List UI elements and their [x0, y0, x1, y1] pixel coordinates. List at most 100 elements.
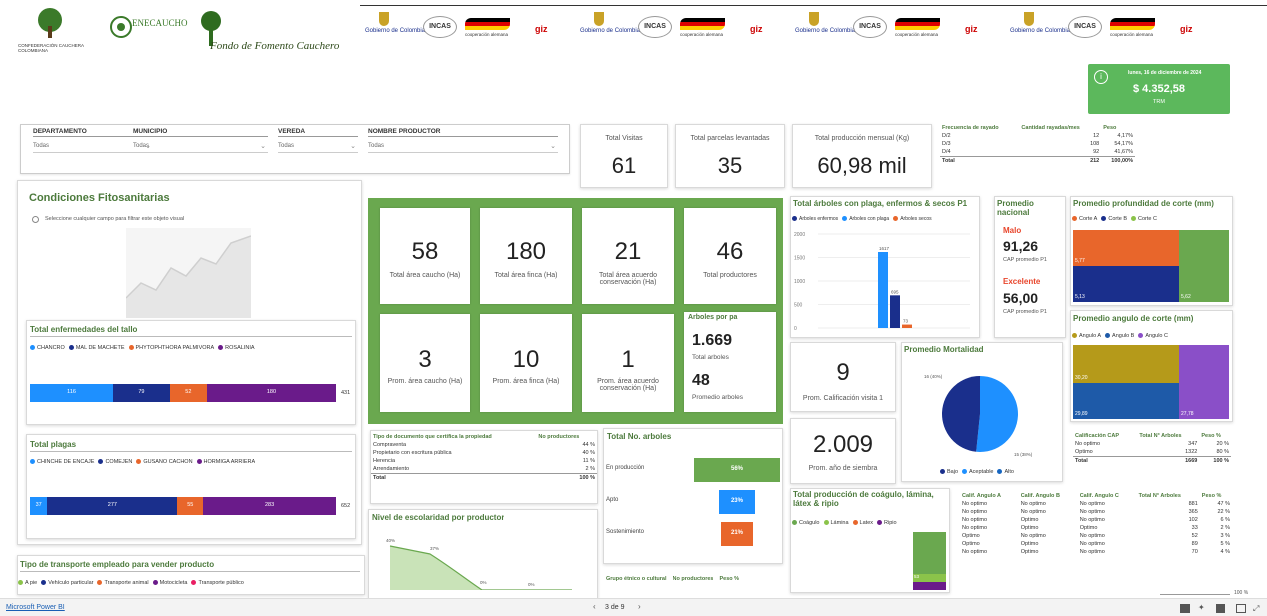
treemap-tile-coagulo[interactable] [913, 532, 946, 574]
produccion-coagulo-treemap[interactable]: 53 [913, 532, 946, 590]
bar-row[interactable]: Sostenimiento 21% [606, 520, 782, 546]
angulo-corte-treemap[interactable]: 30,20 29,89 27,78 [1073, 345, 1229, 419]
column-header[interactable]: Frecuencia de rayado [940, 124, 1019, 132]
arboles-por-parcela-card[interactable]: Arboles por pa 1.669 Total arboles 48 Pr… [684, 312, 776, 412]
table-row[interactable]: D/3 108 54,17% [940, 140, 1135, 148]
cap-table[interactable]: Calificación CAP Total N° Arboles Peso % No… [1073, 432, 1231, 484]
treemap-tile-angulo-c[interactable]: 27,78 [1179, 345, 1229, 419]
kpi-prom-area-conservacion[interactable]: 1 Prom. área acuerdo conservación (Ha) [582, 314, 674, 412]
bar-row[interactable]: En producción 56% [606, 456, 782, 482]
table-row[interactable]: Optimo Optimo No optimo 89 5 % [960, 540, 1232, 548]
info-icon[interactable]: i [1094, 70, 1108, 84]
kpi-area-conservacion[interactable]: 21 Total área acuerdo conservación (Ha) [582, 208, 674, 304]
table-row[interactable]: Optimo 1322 80 % [1073, 448, 1231, 457]
column-header[interactable]: Peso % [1200, 492, 1232, 500]
column-header[interactable]: Peso [1101, 124, 1135, 132]
table-row[interactable]: No optimo Optimo Optimo 33 2 % [960, 524, 1232, 532]
bar-row[interactable]: Apto 23% [606, 488, 782, 514]
filter-municipio[interactable]: MUNICIPIO Todas ⌄ [133, 128, 268, 168]
fullscreen-icon[interactable] [1236, 604, 1246, 613]
expand-icon[interactable]: ⤢ [1253, 604, 1259, 614]
column-header[interactable]: Cantidad rayadas/mes [1019, 124, 1101, 132]
arboles-plaga-chart[interactable]: 2000 1500 1000 500 0 1617 695 73 [790, 228, 978, 336]
enfermedades-bar[interactable]: 116 79 52 180 [30, 384, 336, 402]
column-header[interactable]: Tipo de documento que certifica la propi… [371, 433, 536, 441]
column-header[interactable]: Calif. Angulo C [1078, 492, 1137, 500]
table-row[interactable]: Optimo No optimo No optimo 52 3 % [960, 532, 1232, 540]
page-next-icon[interactable]: › [638, 602, 641, 611]
fitosanitarias-radio[interactable] [32, 216, 39, 223]
page-prev-icon[interactable]: ‹ [593, 602, 596, 611]
bar[interactable] [890, 295, 900, 328]
table-row[interactable]: Propietario con escritura pública 40 % [371, 449, 597, 457]
linkedin-icon[interactable] [1216, 604, 1225, 613]
filter-dropdown[interactable]: Todas ⌄ [368, 143, 558, 153]
bar-segment[interactable]: 55 [177, 497, 204, 515]
bar-segment[interactable]: 37 [30, 497, 48, 515]
pie-slice[interactable] [976, 376, 1019, 452]
escolaridad-area-chart[interactable]: 40% 37% 0% 0% [372, 528, 596, 590]
siembra-card[interactable]: 2.009 Prom. año de siembra [790, 418, 896, 484]
column-header[interactable]: Calif. Angulo B [1019, 492, 1078, 500]
filter-dropdown[interactable]: Todas ⌄ [133, 143, 268, 153]
table-row[interactable]: Arrendamiento 2 % [371, 465, 597, 474]
column-header[interactable]: No productores [536, 433, 597, 441]
angulos-table[interactable]: Calif. Angulo A Calif. Angulo B Calif. Ang… [960, 492, 1232, 592]
column-header[interactable]: Peso % [1199, 432, 1231, 440]
table-row[interactable]: Compraventa 44 % [371, 441, 597, 449]
twitter-icon[interactable]: ✦ [1198, 603, 1205, 612]
bar[interactable] [878, 252, 888, 328]
table-row[interactable]: No optimo 347 20 % [1073, 440, 1231, 448]
kpi-area-finca[interactable]: 180 Total área finca (Ha) [480, 208, 572, 304]
frecuencia-table[interactable]: Frecuencia de rayado Cantidad rayadas/mes… [940, 124, 1135, 184]
bar-segment[interactable]: 116 [30, 384, 114, 402]
treemap-tile-angulo-b[interactable]: 29,89 [1073, 383, 1179, 419]
table-row[interactable]: No optimo Optimo No optimo 70 4 % [960, 548, 1232, 556]
table-row[interactable]: D/2 12 4,17% [940, 132, 1135, 140]
area-fill[interactable] [390, 546, 482, 590]
filter-vereda[interactable]: VEREDA Todas ⌄ [278, 128, 358, 168]
table-row[interactable]: No optimo No optimo No optimo 365 22 % [960, 508, 1232, 516]
documento-grid[interactable]: Tipo de documento que certifica la propi… [371, 433, 597, 482]
table-row[interactable]: D/4 92 41,67% [940, 148, 1135, 157]
calificacion-card[interactable]: 9 Prom. Calificación visita 1 [790, 342, 896, 412]
treemap-tile-lamina[interactable]: 53 [913, 574, 946, 582]
treemap-tile-angulo-a[interactable]: 30,20 [1073, 345, 1179, 383]
column-header[interactable]: Total N° Arboles [1137, 492, 1200, 500]
pie-slice[interactable] [942, 376, 980, 452]
mortalidad-pie-chart[interactable]: 16 (40%) 15 (38%) [910, 360, 1050, 464]
table-row[interactable]: No optimo No optimo No optimo 881 47 % [960, 500, 1232, 508]
kpi-produccion-mensual[interactable]: Total producción mensual (Kg) 60,98 mil [792, 124, 932, 188]
treemap-tile-corte-c[interactable]: 5,62 [1179, 230, 1229, 302]
treemap-tile-corte-b[interactable]: 5,13 [1073, 266, 1179, 302]
kpi-total-productores[interactable]: 46 Total productores [684, 208, 776, 304]
table-row[interactable]: No optimo Optimo No optimo 102 6 % [960, 516, 1232, 524]
bar[interactable]: 23% [719, 490, 755, 514]
column-header[interactable]: Calif. Angulo A [960, 492, 1019, 500]
bar[interactable]: 56% [694, 458, 780, 482]
column-header[interactable]: Calificación CAP [1073, 432, 1137, 440]
table-row[interactable]: Herencia 11 % [371, 457, 597, 465]
treemap-tile-ripio[interactable] [913, 582, 946, 590]
kpi-total-parcelas[interactable]: Total parcelas levantadas 35 [675, 124, 785, 188]
bar-segment[interactable]: 180 [206, 384, 336, 402]
share-icon[interactable] [1180, 604, 1190, 613]
treemap-tile-corte-a[interactable]: 5,77 [1073, 230, 1179, 266]
bar-segment[interactable]: 283 [203, 497, 336, 515]
no-arboles-bars[interactable]: En producción 56% Apto 23% Sostenimiento 21% [606, 456, 782, 556]
prof-corte-treemap[interactable]: 5,77 5,13 5,62 [1073, 230, 1229, 302]
powerbi-link[interactable]: Microsoft Power BI [6, 604, 65, 611]
plagas-bar[interactable]: 37 277 55 283 [30, 497, 336, 515]
zoom-slider[interactable] [1160, 594, 1230, 595]
kpi-prom-area-caucho[interactable]: 3 Prom. área caucho (Ha) [380, 314, 470, 412]
kpi-area-caucho[interactable]: 58 Total área caucho (Ha) [380, 208, 470, 304]
bar-segment[interactable]: 52 [169, 384, 207, 402]
column-header[interactable]: Total N° Arboles [1137, 432, 1199, 440]
kpi-total-visitas[interactable]: Total Visitas 61 [580, 124, 668, 188]
filter-productor[interactable]: NOMBRE PRODUCTOR Todas ⌄ [368, 128, 558, 168]
kpi-prom-area-finca[interactable]: 10 Prom. área finca (Ha) [480, 314, 572, 412]
bar-segment[interactable]: 277 [47, 497, 178, 515]
bar-segment[interactable]: 79 [113, 384, 170, 402]
bar[interactable] [902, 324, 912, 328]
filter-dropdown[interactable]: Todas ⌄ [278, 143, 358, 153]
